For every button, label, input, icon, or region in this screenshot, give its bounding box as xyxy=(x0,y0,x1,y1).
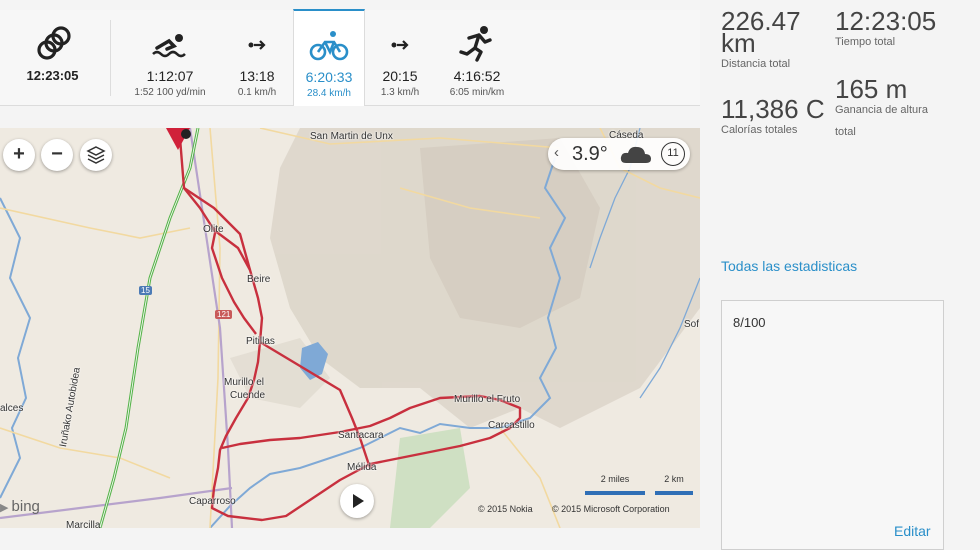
split-run[interactable]: 4:16:52 6:05 min/km xyxy=(440,10,514,105)
temperature: 3.9° xyxy=(572,143,608,165)
cloud-icon xyxy=(620,146,651,163)
split-swim[interactable]: 1:12:07 1:52 100 yd/min xyxy=(128,10,212,105)
place-label: alces xyxy=(0,403,24,414)
wind-icon: 11 xyxy=(661,142,685,166)
scale-miles: 2 miles xyxy=(585,474,645,495)
place-label: Cuende xyxy=(230,390,266,401)
transition-icon xyxy=(391,40,409,50)
stat-elevation-value: 165 m xyxy=(835,74,908,104)
runner-icon xyxy=(459,26,492,62)
place-label: Sof xyxy=(684,319,700,330)
split-value: 13:18 xyxy=(239,68,275,84)
place-label: Santacara xyxy=(338,430,384,441)
split-value: 4:16:52 xyxy=(453,68,501,84)
split-pace: 1.3 km/h xyxy=(380,87,420,98)
bing-label: bing xyxy=(11,498,40,515)
split-bar: 12:23:05 1:12:07 1:52 100 yd/min 13:18 0… xyxy=(0,9,700,106)
start-pin-icon xyxy=(166,128,191,150)
scale-km: 2 km xyxy=(655,474,693,495)
stat-time-value: 12:23:05 xyxy=(835,6,937,36)
copyright-nokia: © 2015 Nokia xyxy=(478,504,533,514)
scale-bar xyxy=(655,491,693,495)
road-shield: 15 xyxy=(139,286,152,295)
bing-logo: ▶ bing xyxy=(0,498,40,515)
stat-calories-value: 11,386 C xyxy=(721,94,825,124)
notes-panel[interactable]: 8/100 Editar xyxy=(721,300,944,550)
zoom-in-button[interactable]: + xyxy=(3,139,35,171)
place-label: Mélida xyxy=(347,462,377,473)
split-pace: 1:52 100 yd/min xyxy=(134,87,206,98)
place-label: Caparroso xyxy=(189,496,236,507)
edit-notes-link[interactable]: Editar xyxy=(894,523,931,539)
transition-icon xyxy=(248,40,266,50)
copyright-microsoft: © 2015 Microsoft Corporation xyxy=(552,504,670,514)
zoom-out-button[interactable]: − xyxy=(41,139,73,171)
layers-icon xyxy=(86,146,106,164)
road-shield: 121 xyxy=(215,310,233,319)
place-label: Olite xyxy=(203,224,224,235)
stat-elevation-label: Ganancia de altura xyxy=(835,104,928,116)
place-label: Carcastillo xyxy=(488,420,535,431)
stat-calories-label: Calorías totales xyxy=(721,124,798,136)
swimmer-icon xyxy=(152,34,186,58)
activity-detail-page: { "splits": [ {"id":"total","icon":"tria… xyxy=(0,0,980,550)
divider xyxy=(110,20,111,96)
place-label: Murillo el Fruto xyxy=(454,394,521,405)
stat-elevation-label-2: total xyxy=(835,126,856,138)
place-label: Beire xyxy=(247,274,271,285)
triathlon-rings-icon xyxy=(36,26,71,60)
place-label: Marcilla xyxy=(66,520,101,528)
stat-distance-unit: km xyxy=(721,28,756,58)
split-value: 12:23:05 xyxy=(26,68,79,83)
play-route-button[interactable] xyxy=(340,484,374,518)
scale-bar xyxy=(585,491,645,495)
split-total[interactable]: 12:23:05 xyxy=(0,10,105,105)
place-label: Cáseda xyxy=(609,130,644,141)
chevron-left-icon[interactable]: ‹ xyxy=(554,144,559,161)
place-label: Murillo el xyxy=(224,377,265,388)
split-pace: 0.1 km/h xyxy=(237,87,277,98)
place-label: Pitillas xyxy=(246,336,275,347)
split-pace: 28.4 km/h xyxy=(307,88,351,99)
split-bike[interactable]: 6:20:33 28.4 km/h xyxy=(293,9,365,106)
split-t2[interactable]: 20:15 1.3 km/h xyxy=(368,10,432,105)
split-value: 1:12:07 xyxy=(146,68,194,84)
split-value: 20:15 xyxy=(382,68,418,84)
scale-km-label: 2 km xyxy=(664,474,684,484)
scale-miles-label: 2 miles xyxy=(600,474,630,484)
stat-time-label: Tiempo total xyxy=(835,36,896,48)
notes-text: 8/100 xyxy=(733,315,766,330)
all-stats-link[interactable]: Todas las estadisticas xyxy=(721,258,857,274)
map-layers-button[interactable] xyxy=(80,139,112,171)
split-value: 6:20:33 xyxy=(305,69,353,85)
route-map[interactable]: + − ‹ 3.9° 11 San Martin de Unx Olite Be… xyxy=(0,128,700,528)
split-pace: 6:05 min/km xyxy=(449,87,505,98)
split-t1[interactable]: 13:18 0.1 km/h xyxy=(224,10,290,105)
weather-widget[interactable]: ‹ 3.9° 11 xyxy=(548,138,690,170)
place-label: San Martin de Unx xyxy=(310,131,393,142)
stat-distance-label: Distancia total xyxy=(721,58,791,70)
bicycle-icon xyxy=(309,31,349,61)
